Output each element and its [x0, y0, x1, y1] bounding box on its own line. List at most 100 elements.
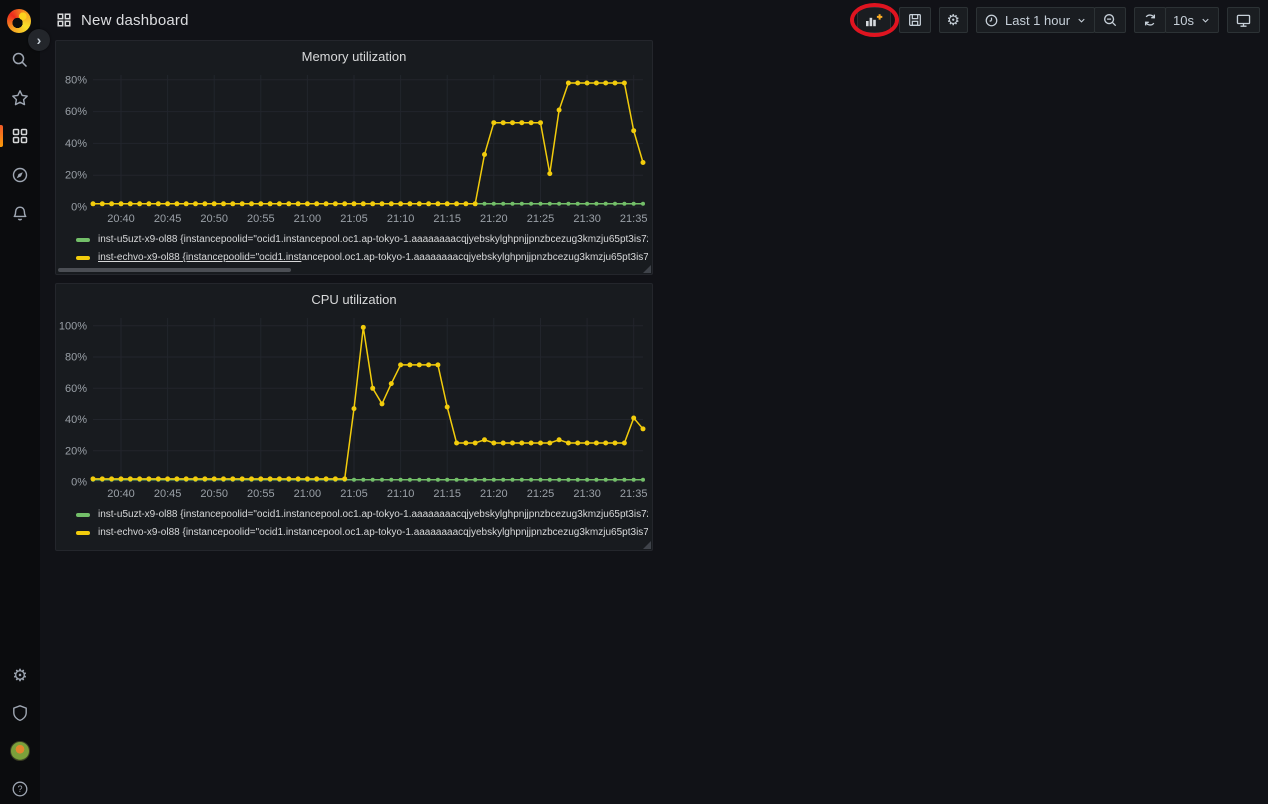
legend-label: inst-u5uzt-x9-ol88 {instancepoolid="ocid… — [98, 234, 648, 245]
svg-text:?: ? — [17, 784, 22, 794]
refresh-button[interactable] — [1134, 7, 1166, 33]
dashboard-settings-button[interactable]: ⚙ — [939, 7, 968, 33]
svg-text:40%: 40% — [65, 138, 87, 150]
legend-swatch — [76, 513, 90, 517]
panel-cpu-utilization: CPU utilization 0%20%40%60%80%100%20:402… — [55, 283, 653, 551]
save-dashboard-button[interactable] — [899, 7, 931, 33]
legend: inst-u5uzt-x9-ol88 {instancepoolid="ocid… — [56, 506, 652, 542]
sidebar-item-server-admin[interactable] — [0, 695, 40, 731]
dashboards-grid-icon — [11, 127, 29, 145]
settings-gear-icon: ⚙ — [947, 13, 960, 28]
zoom-out-icon — [1102, 12, 1118, 28]
chevron-down-icon — [1076, 15, 1087, 26]
grafana-logo-icon[interactable] — [7, 9, 31, 33]
toolbar: ⚙ Last 1 hour — [857, 7, 1260, 33]
legend-item[interactable]: inst-echvo-x9-ol88 {instancepoolid="ocid… — [76, 524, 648, 542]
panel-title[interactable]: Memory utilization — [56, 41, 652, 65]
svg-text:40%: 40% — [65, 414, 87, 426]
sidebar: ⚙ ? — [0, 0, 40, 804]
time-range-picker[interactable]: Last 1 hour — [976, 7, 1095, 33]
panel-memory-utilization: Memory utilization 0%20%40%60%80%20:4020… — [55, 40, 653, 275]
memory-utilization-chart[interactable]: 0%20%40%60%80%20:4020:4520:5020:5521:002… — [59, 69, 651, 229]
clock-icon — [984, 13, 999, 28]
time-picker-group: Last 1 hour — [976, 7, 1126, 33]
legend-label: inst-echvo-x9-ol88 {instancepoolid="ocid… — [98, 527, 648, 538]
legend-item[interactable]: inst-echvo-x9-ol88 {instancepoolid="ocid… — [76, 249, 648, 267]
sidebar-item-help[interactable]: ? — [0, 771, 40, 804]
svg-text:20:50: 20:50 — [200, 213, 228, 225]
sidebar-item-starred[interactable] — [0, 80, 40, 116]
svg-text:21:05: 21:05 — [340, 488, 368, 500]
svg-text:20:45: 20:45 — [154, 488, 182, 500]
active-indicator — [0, 125, 3, 147]
panel-title[interactable]: CPU utilization — [56, 284, 652, 308]
panel-resize-handle[interactable] — [643, 265, 651, 273]
svg-text:21:30: 21:30 — [573, 213, 601, 225]
sidebar-item-dashboards[interactable] — [0, 118, 40, 154]
cpu-utilization-chart[interactable]: 0%20%40%60%80%100%20:4020:4520:5020:5521… — [59, 312, 651, 504]
add-panel-button[interactable] — [857, 7, 891, 33]
svg-text:21:10: 21:10 — [387, 488, 415, 500]
search-icon — [11, 51, 29, 69]
legend-label: inst-echvo-x9-ol88 {instancepoolid="ocid… — [98, 252, 648, 263]
svg-text:20%: 20% — [65, 445, 87, 457]
svg-text:20:40: 20:40 — [107, 213, 135, 225]
legend-item[interactable]: inst-u5uzt-x9-ol88 {instancepoolid="ocid… — [76, 231, 648, 249]
tv-kiosk-icon — [1235, 12, 1252, 29]
svg-text:20:55: 20:55 — [247, 213, 275, 225]
svg-text:21:25: 21:25 — [527, 213, 555, 225]
svg-text:21:00: 21:00 — [294, 213, 322, 225]
legend-swatch — [76, 531, 90, 535]
legend-item[interactable]: inst-u5uzt-x9-ol88 {instancepoolid="ocid… — [76, 506, 648, 524]
sidebar-item-explore[interactable] — [0, 157, 40, 193]
legend-swatch — [76, 256, 90, 260]
add-panel-icon — [864, 13, 884, 28]
sidebar-item-alerting[interactable] — [0, 196, 40, 232]
shield-icon — [11, 704, 29, 722]
legend: inst-u5uzt-x9-ol88 {instancepoolid="ocid… — [56, 231, 652, 267]
refresh-interval-label: 10s — [1173, 13, 1194, 28]
svg-text:21:10: 21:10 — [387, 213, 415, 225]
gear-icon: ⚙ — [12, 667, 27, 684]
dashboard-title-group: New dashboard — [56, 12, 189, 29]
user-avatar — [10, 741, 30, 761]
refresh-interval-picker[interactable]: 10s — [1165, 7, 1219, 33]
bell-icon — [11, 205, 29, 223]
svg-text:21:20: 21:20 — [480, 488, 508, 500]
dashboard-grid-icon — [56, 12, 72, 28]
svg-text:21:25: 21:25 — [527, 488, 555, 500]
svg-text:20%: 20% — [65, 170, 87, 182]
save-icon — [907, 12, 923, 28]
time-range-label: Last 1 hour — [1005, 13, 1070, 28]
svg-text:20:50: 20:50 — [200, 488, 228, 500]
compass-icon — [11, 166, 29, 184]
svg-text:80%: 80% — [65, 352, 87, 364]
svg-text:21:35: 21:35 — [620, 488, 648, 500]
svg-text:21:00: 21:00 — [294, 488, 322, 500]
top-bar: New dashboard ⚙ Last 1 hour — [40, 0, 1268, 40]
svg-text:21:35: 21:35 — [620, 213, 648, 225]
zoom-out-time-button[interactable] — [1094, 7, 1126, 33]
svg-text:21:20: 21:20 — [480, 213, 508, 225]
svg-text:21:15: 21:15 — [433, 213, 461, 225]
sidebar-expand-toggle[interactable]: › — [28, 29, 50, 51]
legend-swatch — [76, 238, 90, 242]
help-icon: ? — [11, 780, 29, 798]
star-icon — [11, 89, 29, 107]
panel-resize-handle[interactable] — [643, 541, 651, 549]
svg-text:21:15: 21:15 — [433, 488, 461, 500]
svg-text:20:55: 20:55 — [247, 488, 275, 500]
svg-text:0%: 0% — [71, 202, 87, 214]
svg-text:60%: 60% — [65, 383, 87, 395]
svg-text:100%: 100% — [59, 320, 87, 332]
kiosk-mode-button[interactable] — [1227, 7, 1260, 33]
svg-text:60%: 60% — [65, 106, 87, 118]
sidebar-item-profile[interactable] — [0, 733, 40, 769]
chevron-down-icon — [1200, 15, 1211, 26]
legend-scrollbar[interactable] — [58, 268, 291, 272]
svg-text:21:05: 21:05 — [340, 213, 368, 225]
page-title[interactable]: New dashboard — [81, 12, 189, 29]
svg-text:21:30: 21:30 — [573, 488, 601, 500]
sidebar-item-configuration[interactable]: ⚙ — [0, 657, 40, 693]
svg-text:20:45: 20:45 — [154, 213, 182, 225]
